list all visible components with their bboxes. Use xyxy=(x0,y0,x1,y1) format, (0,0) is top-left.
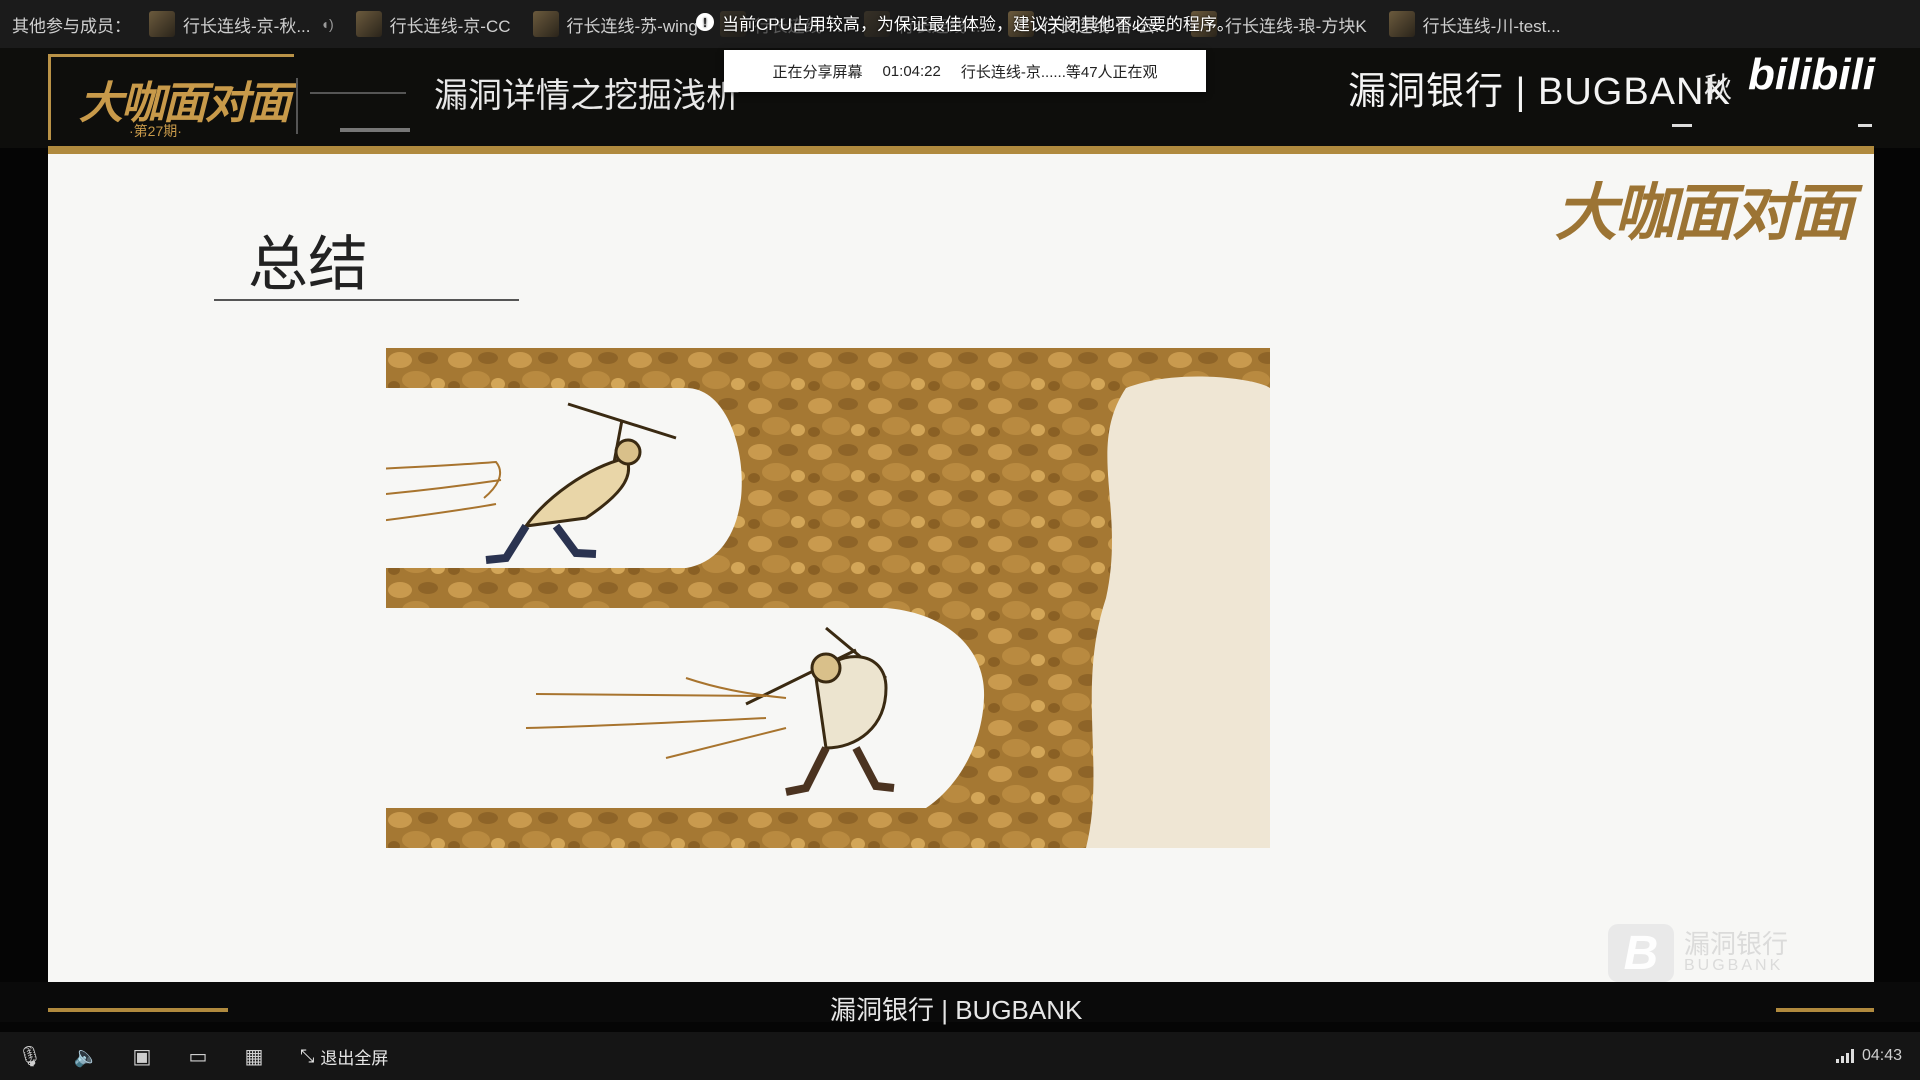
session-title: 漏洞详情之挖掘浅析 xyxy=(434,77,740,115)
speaker-icon[interactable]: 🔈 xyxy=(72,1042,100,1070)
participant-item[interactable]: 行长连线-京-秋... ◖) xyxy=(149,11,334,37)
share-status-bar[interactable]: 正在分享屏幕 01:04:22 行长连线-京......等47人正在观 xyxy=(724,50,1206,92)
avatar xyxy=(532,11,559,37)
participants-label: 其他参与成员： xyxy=(12,16,131,36)
exit-fullscreen-button[interactable]: ⤡ 退出全屏 xyxy=(300,1044,388,1069)
audio-icon: ◖) xyxy=(320,16,334,32)
share-state: 正在分享屏幕 xyxy=(772,63,863,81)
participant-item[interactable]: 行长连线-京-CC xyxy=(355,11,511,37)
meeting-toolbar: 🎙 🔈 ▣ ▭ ▦ ⤡ 退出全屏 04:43 xyxy=(0,1032,1920,1080)
mic-muted-icon[interactable]: 🎙 xyxy=(16,1042,44,1070)
avatar xyxy=(1388,11,1415,37)
exit-fullscreen-label: 退出全屏 xyxy=(320,1048,389,1068)
participant-name: 行长连线-川-test... xyxy=(1422,16,1561,36)
avatar xyxy=(355,11,382,37)
signal-icon xyxy=(1835,1049,1854,1063)
meeting-time: 04:43 xyxy=(1861,1047,1902,1064)
screen: 其他参与成员： 行长连线-京-秋... ◖) 行长连线-京-CC 行长连线-苏-w… xyxy=(0,0,1920,1080)
divider xyxy=(340,128,410,132)
brand-title: 漏洞银行 | BUGBANK xyxy=(1348,71,1731,113)
info-icon: ! xyxy=(696,13,714,31)
camera-off-icon[interactable]: ▣ xyxy=(128,1042,156,1070)
slide-watermark: 大咖面对面 xyxy=(1554,179,1853,248)
bugbank-en: BUGBANK xyxy=(1684,957,1784,975)
bugbank-logo-icon: B xyxy=(1608,924,1674,982)
show-logo: 大咖面对面 ·第27期· xyxy=(48,54,294,140)
lower-tunnel xyxy=(386,608,985,808)
episode-label: ·第27期· xyxy=(129,123,182,139)
slide-heading: 总结 xyxy=(248,230,368,300)
divider xyxy=(1672,124,1692,127)
header-accent-bar xyxy=(48,146,1874,154)
footer-accent xyxy=(1776,1008,1874,1012)
footer-brand: 漏洞银行 | BUGBANK xyxy=(830,995,1083,1025)
participant-item[interactable]: 行长连线-川-test... xyxy=(1388,11,1561,37)
exit-fullscreen-icon: ⤡ xyxy=(300,1045,315,1066)
footer-accent xyxy=(48,1008,228,1012)
participant-name: 行长连线-京-秋... xyxy=(183,16,311,36)
bugbank-cn: 漏洞银行 xyxy=(1684,928,1789,959)
participant-name: 行长连线-琅-方块K xyxy=(1225,16,1367,36)
stone-block xyxy=(1086,376,1270,848)
cpu-warning: ! 当前CPU占用较高，为保证最佳体验，建议关闭其他不必要的程序。 xyxy=(696,8,1234,36)
brand-sub: 秋 xyxy=(1704,72,1733,103)
bugbank-watermark: B 漏洞银行 BUGBANK xyxy=(1608,924,1788,982)
participant-name: 行长连线-京-CC xyxy=(389,16,511,36)
avatar xyxy=(149,11,175,37)
status-area: 04:43 xyxy=(1835,1032,1902,1080)
share-viewers: 行长连线-京......等47人正在观 xyxy=(960,63,1158,81)
shared-slide: 大咖面对面 总结 B 漏洞银行 BUGBANK xyxy=(48,154,1874,982)
show-logo-text: 大咖面对面 xyxy=(79,79,291,128)
share-elapsed: 01:04:22 xyxy=(882,62,941,80)
broadcast-footer: 漏洞银行 | BUGBANK xyxy=(0,982,1920,1025)
participant-item[interactable]: 行长连线-苏-wing xyxy=(532,11,698,37)
participant-name: 行长连线-苏-wing xyxy=(566,16,698,36)
bugbank-watermark-text: 漏洞银行 BUGBANK xyxy=(1684,928,1789,975)
heading-underline xyxy=(214,299,519,301)
divider xyxy=(1858,124,1872,127)
record-icon[interactable]: ▦ xyxy=(240,1042,268,1070)
divider xyxy=(310,92,406,94)
cpu-warning-text: 当前CPU占用较高，为保证最佳体验，建议关闭其他不必要的程序。 xyxy=(722,14,1234,34)
divider xyxy=(296,78,298,134)
bilibili-logo: bilibili xyxy=(1748,50,1876,99)
miners-illustration xyxy=(386,348,1270,848)
screen-share-icon[interactable]: ▭ xyxy=(184,1042,212,1070)
